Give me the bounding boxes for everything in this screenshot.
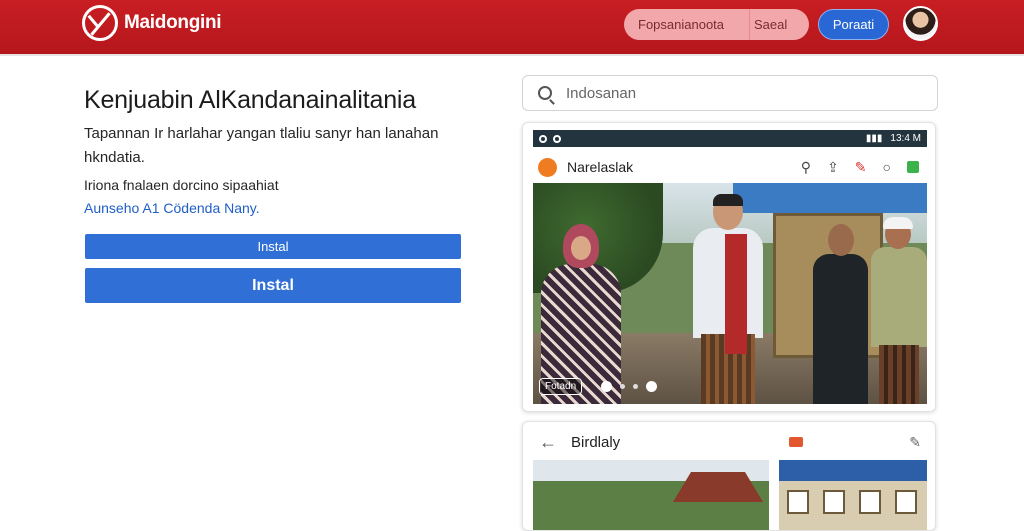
notification-icon[interactable]: ✎ (855, 159, 867, 176)
app-logo-icon (538, 157, 557, 177)
header-search-pill[interactable]: Fopsanianoota Saeal (624, 9, 809, 40)
phone-status-bar: ▮▮▮ 13:4 M (533, 130, 927, 147)
search-icon[interactable]: ⚲ (801, 159, 811, 176)
signal-icon: ▮▮▮ (865, 133, 883, 144)
carousel-dots[interactable] (601, 381, 657, 392)
person-figure (871, 217, 927, 404)
logo-icon (82, 5, 118, 41)
search-box[interactable] (522, 75, 938, 111)
status-icon (553, 134, 561, 143)
thumbnail-image[interactable] (533, 460, 769, 530)
thumbnail-image[interactable] (779, 460, 927, 530)
share-icon[interactable]: ⇪ (827, 159, 839, 176)
status-icon (539, 134, 547, 143)
page-description: Tapannan Ir harlahar yangan tlaliu sanyr… (84, 125, 439, 166)
app-header: Narelaslak ⚲ ⇪ ✎ ○ (533, 151, 927, 183)
top-navbar: Maidongini Fopsanianoota Saeal Poraati (0, 0, 1024, 56)
install-button-small[interactable]: Instal (85, 234, 461, 259)
person-figure (813, 224, 868, 404)
back-arrow-icon[interactable]: ← (539, 432, 557, 453)
card2-title: Birdlaly (571, 433, 621, 451)
info-link[interactable]: Aunseho A1 Cödenda Nany. (84, 200, 260, 216)
avatar[interactable] (903, 6, 938, 41)
app-title: Narelaslak (567, 159, 634, 175)
more-icon[interactable]: ○ (883, 159, 891, 175)
subtext: Iriona fnalaen dorcino sipaahiat (84, 177, 279, 193)
person-figure (683, 194, 773, 404)
phone-preview-card[interactable]: ▮▮▮ 13:4 M Narelaslak ⚲ ⇪ ✎ ○ Fotadn (522, 122, 936, 412)
search-input[interactable] (566, 84, 906, 102)
header-search-button[interactable]: Saeal (750, 17, 787, 32)
badge-icon (789, 437, 804, 447)
brand-logo[interactable]: Maidongini (82, 5, 222, 41)
card2-header: ← Birdlaly ✎ (523, 428, 935, 456)
login-button[interactable]: Poraati (818, 9, 889, 40)
person-figure (541, 224, 621, 404)
phone-time: 13:4 M (890, 133, 921, 144)
header-search-text[interactable]: Fopsanianoota (624, 17, 749, 32)
secondary-card[interactable]: ← Birdlaly ✎ (522, 421, 936, 531)
install-button[interactable]: Instal (85, 268, 461, 303)
brand-name: Maidongini (124, 12, 222, 33)
community-photo[interactable]: Fotadn (533, 183, 927, 404)
search-icon (538, 86, 552, 100)
chat-icon[interactable] (907, 161, 919, 173)
photo-tag[interactable]: Fotadn (539, 378, 583, 395)
page-title: Kenjuabin AlKandanainalitania (84, 86, 416, 114)
pin-icon[interactable]: ✎ (909, 434, 921, 451)
